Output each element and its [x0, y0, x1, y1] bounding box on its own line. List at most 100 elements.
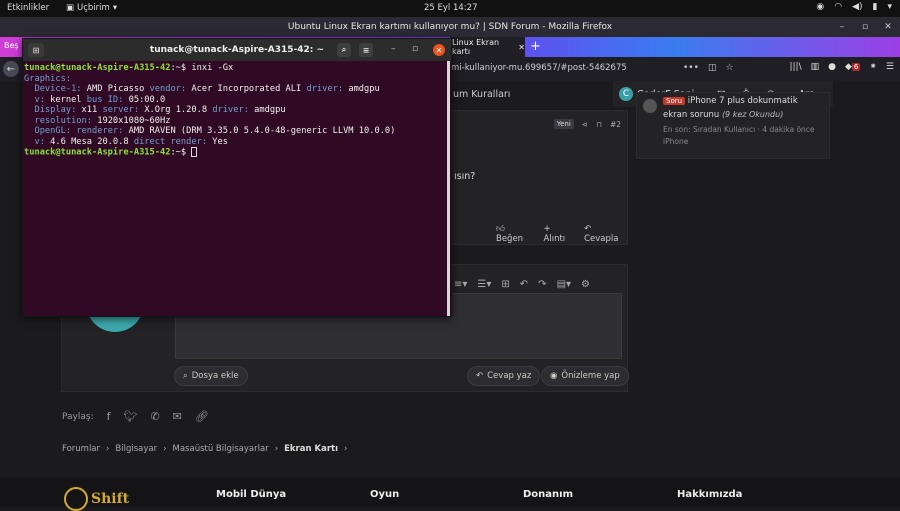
output-line: Device-1: AMD Picasso vendor: Acer Incor…	[24, 84, 380, 94]
back-button[interactable]: ←	[3, 61, 19, 77]
editor-toolbar: ≡▾ ☰▾ ⊞ ↶ ↷ ▤▾ ⚙	[450, 275, 622, 293]
paperclip-icon: ⌕	[183, 371, 188, 381]
breadcrumb-item[interactable]: Forumlar	[62, 444, 100, 454]
close-icon[interactable]: ✕	[882, 21, 894, 33]
like-button[interactable]: 👍︎ Beğen	[496, 224, 534, 244]
output-line: v: 4.6 Mesa 20.0.8 direct render: Yes	[24, 136, 228, 147]
more-icon[interactable]: •••	[683, 63, 699, 73]
email-icon[interactable]: ✉	[173, 410, 182, 423]
search-icon[interactable]: ⌕	[337, 43, 351, 57]
undo-icon[interactable]: ↶	[520, 279, 528, 290]
app-menu-label: Uçbirim	[77, 3, 110, 13]
breadcrumb: Forumlar › Bilgisayar › Masaüstü Bilgisaya…	[62, 444, 348, 454]
battery-icon: ▮	[872, 2, 878, 12]
twitter-icon[interactable]: 🐦︎	[123, 410, 137, 423]
app-menu[interactable]: ▣ Uçbirim ▾	[66, 3, 117, 13]
list-icon[interactable]: ☰▾	[477, 279, 491, 290]
terminal-output[interactable]: tunack@tunack-Aspire-A315-42:~$ inxi -Gx…	[24, 63, 448, 158]
thread-title[interactable]: Soru iPhone 7 plus dokunmatik ekran soru…	[663, 95, 829, 122]
volume-icon: ◀)	[852, 2, 863, 12]
last-activity: En son: Sıradan Kullanıcı · 4 dakika önc…	[663, 125, 815, 134]
avatar	[643, 99, 657, 113]
output-heading: Graphics:	[24, 73, 72, 84]
new-tab-icon[interactable]: ⊞	[28, 43, 44, 57]
tab-label: Linux Ekran kartı	[452, 38, 500, 56]
settings-icon[interactable]: ⚙	[581, 279, 590, 290]
footer-col-donanim[interactable]: Donanım	[523, 489, 573, 500]
question-badge: Soru	[663, 97, 686, 105]
tab-active[interactable]: Linux Ekran kartı ✕	[450, 37, 525, 57]
new-tab-button[interactable]: +	[530, 39, 541, 54]
whatsapp-icon[interactable]: ✆	[150, 410, 159, 423]
gnome-top-bar: Etkinlikler ▣ Uçbirim ▾ 25 Eyl 14:27 ◉ ◠…	[0, 0, 900, 17]
terminal-title: tunack@tunack-Aspire-A315-42: ~	[149, 45, 325, 55]
post-number[interactable]: #2	[610, 120, 621, 129]
facebook-icon[interactable]: f	[107, 410, 111, 423]
site-logo[interactable]: Shift	[64, 487, 129, 511]
reply-button[interactable]: ↶ Cevapla	[584, 224, 627, 244]
system-tray[interactable]: ◉ ◠ ◀) ▮ ▾	[816, 2, 892, 12]
redo-icon[interactable]: ↷	[538, 279, 546, 290]
minimize-icon[interactable]: –	[836, 21, 848, 33]
eye-icon: ◉	[550, 371, 558, 381]
quote-button[interactable]: + Alıntı	[544, 224, 575, 244]
footer-col-hakkimizda[interactable]: Hakkımızda	[677, 489, 742, 500]
attach-file-button[interactable]: ⌕ Dosya ekle	[174, 366, 248, 386]
avatar[interactable]: C	[619, 87, 633, 101]
firefox-titlebar: Ubuntu Linux Ekran kartımı kullanıyor mu…	[0, 17, 900, 37]
breadcrumb-item[interactable]: Masaüstü Bilgisayarlar	[173, 444, 269, 454]
table-icon[interactable]: ⊞	[501, 279, 509, 290]
activities-button[interactable]: Etkinlikler	[7, 3, 49, 13]
window-title: Ubuntu Linux Ekran kartımı kullanıyor mu…	[287, 22, 613, 32]
chevron-down-icon: ▾	[112, 3, 118, 13]
link-icon[interactable]: 🔗︎	[195, 410, 209, 423]
pocket-icon[interactable]: ◫	[708, 63, 717, 73]
terminal-prompt: tunack@tunack-Aspire-A315-42	[24, 147, 171, 158]
submit-reply-button[interactable]: ↶ Cevap yaz	[467, 366, 541, 386]
preview-button[interactable]: ◉ Önizleme yap	[541, 366, 629, 386]
account-icon[interactable]: ●	[828, 62, 836, 72]
post-text: ısın?	[454, 171, 476, 182]
close-icon[interactable]: ✕	[433, 44, 445, 56]
drafts-icon[interactable]: ▤▾	[557, 279, 571, 290]
menu-icon[interactable]: ☰	[886, 62, 894, 72]
chevron-down-icon: ▾	[887, 2, 892, 12]
terminal-titlebar: ⊞ tunack@tunack-Aspire-A315-42: ~ ⌕ ≡ – …	[23, 39, 451, 61]
reply-icon: ↶	[476, 371, 484, 381]
forum-post: Yeni ⋖ ⊓ #2 ısın? 👍︎ Beğen + Alıntı ↶ Ce…	[447, 110, 628, 245]
clock[interactable]: 25 Eyl 14:27	[424, 3, 477, 13]
maximize-icon[interactable]: ▫	[412, 44, 418, 54]
tab-background[interactable]: Beş	[4, 41, 19, 50]
output-line: Display: x11 server: X.Org 1.20.8 driver…	[24, 105, 286, 115]
minimize-icon[interactable]: –	[391, 44, 396, 54]
read-count: (9 kez Okundu)	[721, 110, 784, 119]
footer-col-oyun[interactable]: Oyun	[370, 489, 399, 500]
footer-col-mobil[interactable]: Mobil Dünya	[216, 489, 286, 500]
forum-link[interactable]: iPhone	[663, 137, 688, 146]
terminal-scrollbar[interactable]	[447, 61, 450, 316]
output-line: resolution: 1920x1080~60Hz	[24, 115, 171, 126]
extension-icon[interactable]: ⁕	[869, 62, 877, 72]
output-line: v: kernel bus ID: 05:00.0	[24, 94, 166, 105]
site-nav-rules[interactable]: um Kuralları	[447, 81, 632, 107]
bookmark-star-icon[interactable]: ☆	[725, 63, 733, 73]
align-icon[interactable]: ≡▾	[454, 279, 467, 290]
sidebar-icon[interactable]: ▥	[811, 62, 820, 72]
discord-icon[interactable]: ◉	[816, 2, 824, 12]
terminal-prompt: tunack@tunack-Aspire-A315-42	[24, 63, 171, 73]
terminal-window[interactable]: ⊞ tunack@tunack-Aspire-A315-42: ~ ⌕ ≡ – …	[22, 38, 452, 317]
site-footer	[0, 478, 900, 507]
sidebar-thread-item[interactable]: Soru iPhone 7 plus dokunmatik ekran soru…	[636, 92, 830, 159]
logo-icon	[64, 487, 88, 511]
hamburger-menu-icon[interactable]: ≡	[359, 43, 373, 57]
restore-icon[interactable]: ▫	[859, 21, 871, 33]
output-line: OpenGL: renderer: AMD RAVEN (DRM 3.35.0 …	[24, 126, 396, 136]
bookmark-icon[interactable]: ⊓	[596, 120, 602, 129]
share-icon[interactable]: ⋖	[582, 120, 588, 129]
library-icon[interactable]: |||\	[789, 62, 801, 72]
url-bar[interactable]: mi-kullaniyor-mu.699657/#post-5462675	[451, 63, 627, 73]
close-icon[interactable]: ✕	[518, 43, 525, 52]
ublock-icon[interactable]: ◆ 6	[845, 62, 861, 72]
breadcrumb-item[interactable]: Bilgisayar	[115, 444, 157, 454]
breadcrumb-item[interactable]: Ekran Kartı	[284, 444, 338, 454]
